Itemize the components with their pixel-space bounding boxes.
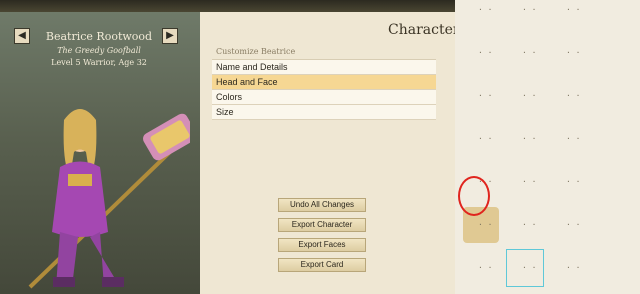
face-option-cell[interactable]: · · bbox=[507, 0, 543, 28]
face-option-glyph: · · bbox=[478, 48, 493, 57]
customize-panel: Character Customize Beatrice Name and De… bbox=[200, 12, 460, 294]
hero-panel: ◀ ▶ Beatrice Rootwood The Greedy Goofbal… bbox=[0, 12, 200, 294]
face-option-cell[interactable]: · · bbox=[551, 250, 587, 286]
face-option-glyph: · · bbox=[478, 5, 493, 14]
face-option-glyph: · · bbox=[566, 134, 581, 143]
face-option-glyph: · · bbox=[478, 263, 493, 272]
menu-item-colors[interactable]: Colors bbox=[212, 90, 436, 105]
face-option-glyph: · · bbox=[522, 134, 537, 143]
face-option-glyph: · · bbox=[566, 91, 581, 100]
action-buttons: Undo All Changes Export Character Export… bbox=[278, 198, 366, 278]
face-option-glyph: · · bbox=[522, 220, 537, 229]
menu-header: Customize Beatrice bbox=[212, 44, 436, 60]
face-option-cell[interactable]: · · bbox=[506, 249, 544, 287]
undo-all-button[interactable]: Undo All Changes bbox=[278, 198, 366, 212]
export-faces-button[interactable]: Export Faces bbox=[278, 238, 366, 252]
face-option-glyph: · · bbox=[566, 263, 581, 272]
face-option-glyph: · · bbox=[566, 220, 581, 229]
face-option-glyph: · · bbox=[522, 48, 537, 57]
face-option-glyph: · · bbox=[522, 263, 537, 272]
face-option-cell[interactable]: · · bbox=[551, 121, 587, 157]
panel-title: Character bbox=[388, 22, 460, 38]
face-option-cell[interactable]: · · bbox=[551, 207, 587, 243]
face-option-cell[interactable]: · · bbox=[507, 35, 543, 71]
menu-item-size[interactable]: Size bbox=[212, 105, 436, 120]
hero-level: Level 5 Warrior, Age 32 bbox=[51, 58, 147, 67]
face-option-glyph: · · bbox=[478, 134, 493, 143]
menu-item-head-face[interactable]: Head and Face bbox=[212, 75, 436, 90]
face-option-cell[interactable]: · · bbox=[507, 78, 543, 114]
face-option-cell[interactable]: · · bbox=[551, 78, 587, 114]
hero-portrait bbox=[28, 109, 190, 289]
face-option-glyph: · · bbox=[478, 220, 493, 229]
face-option-cell[interactable]: · · bbox=[507, 121, 543, 157]
hero-title: The Greedy Goofball bbox=[57, 46, 141, 55]
export-character-button[interactable]: Export Character bbox=[278, 218, 366, 232]
face-option-glyph: · · bbox=[522, 177, 537, 186]
face-option-cell[interactable]: · · bbox=[463, 250, 499, 286]
face-option-glyph: · · bbox=[566, 48, 581, 57]
face-option-glyph: · · bbox=[522, 5, 537, 14]
face-option-cell[interactable]: · · bbox=[551, 164, 587, 200]
customize-menu: Customize Beatrice Name and Details Head… bbox=[212, 44, 436, 120]
face-option-glyph: · · bbox=[522, 91, 537, 100]
menu-item-name-details[interactable]: Name and Details bbox=[212, 60, 436, 75]
face-option-cell[interactable]: · · bbox=[507, 207, 543, 243]
face-option-cell[interactable]: · · bbox=[551, 0, 587, 28]
hero-name: Beatrice Rootwood bbox=[45, 30, 153, 43]
face-option-glyph: · · bbox=[478, 91, 493, 100]
face-option-glyph: · · bbox=[566, 5, 581, 14]
face-option-grid: · · · · · · · · · · · · · · · · · · · · · · · · · · ·… bbox=[455, 0, 640, 294]
face-option-glyph: · · bbox=[566, 177, 581, 186]
annotation-circle bbox=[458, 176, 490, 216]
face-option-cell[interactable]: · · bbox=[463, 121, 499, 157]
face-option-cell[interactable]: · · bbox=[463, 78, 499, 114]
game-world-strip bbox=[0, 0, 455, 12]
face-option-cell[interactable]: · · bbox=[507, 164, 543, 200]
face-option-cell[interactable]: · · bbox=[551, 35, 587, 71]
export-card-button[interactable]: Export Card bbox=[278, 258, 366, 272]
face-option-cell[interactable]: · · bbox=[463, 35, 499, 71]
face-option-cell[interactable]: · · bbox=[463, 0, 499, 28]
